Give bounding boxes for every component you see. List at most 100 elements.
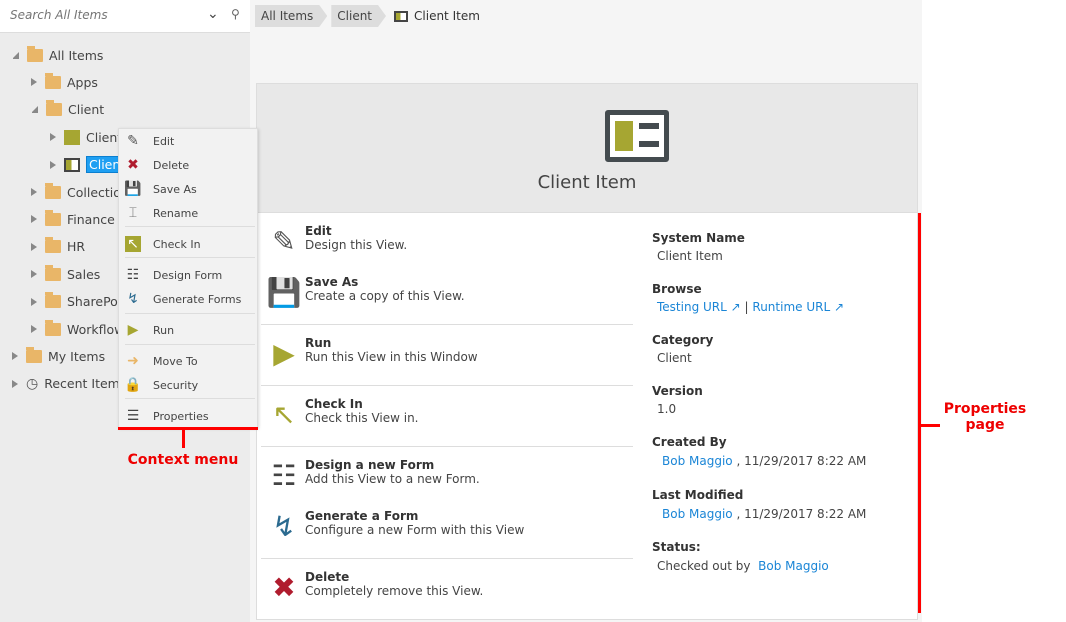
tree-item[interactable]: Client	[31, 99, 104, 121]
expand-arrow-icon[interactable]	[31, 242, 37, 251]
annotation-line	[118, 427, 258, 430]
category-value: Client	[657, 351, 692, 365]
context-menu-item-run[interactable]: ▶ Run	[125, 320, 174, 340]
action-separator	[261, 324, 633, 325]
last-modified-value: Bob Maggio , 11/29/2017 8:22 AM	[662, 507, 866, 521]
tree-item[interactable]: Sales	[31, 263, 100, 285]
context-menu-item-check-in[interactable]: ↖ Check In	[125, 234, 201, 254]
move-to-icon: ➜	[127, 353, 139, 369]
action-design-a-new-form[interactable]: ☷ Design a new Form Add this View to a new…	[267, 458, 479, 492]
breadcrumb: All Items Client Client Item	[255, 4, 480, 28]
context-menu-item-design-form[interactable]: ☷ Design Form	[125, 265, 222, 285]
tree-item-label: Sales	[67, 266, 101, 282]
runtime-url-link[interactable]: Runtime URL	[752, 300, 830, 314]
my-items-icon	[26, 346, 42, 363]
action-title: Run	[305, 336, 332, 350]
run-icon: ▶	[127, 322, 139, 338]
context-menu-item-properties[interactable]: ☰ Properties	[125, 406, 209, 426]
created-by-user-link[interactable]: Bob Maggio	[662, 454, 733, 468]
properties-panel: Client Item ✎ Edit Design this View. 💾 Save …	[256, 83, 918, 620]
folder-icon	[45, 292, 61, 309]
expand-arrow-icon[interactable]	[31, 188, 37, 196]
expand-arrow-icon[interactable]	[12, 352, 18, 361]
tree-item[interactable]: Apps	[31, 71, 98, 93]
breadcrumb-all-items[interactable]: All Items	[255, 5, 327, 27]
action-check-in[interactable]: ↖ Check In Check this View in.	[267, 397, 418, 431]
status-text: Checked out by	[657, 559, 751, 573]
tree-item[interactable]: Finance	[31, 208, 115, 230]
pencil-icon: ✎	[127, 133, 139, 149]
action-edit[interactable]: ✎ Edit Design this View.	[267, 224, 407, 258]
context-menu-item-save-as[interactable]: 💾 Save As	[124, 179, 196, 199]
menu-separator	[125, 226, 255, 227]
menu-separator	[125, 398, 255, 399]
tree-item[interactable]: Workflow	[31, 318, 124, 340]
testing-url-link[interactable]: Testing URL	[657, 300, 727, 314]
tree-item-label: Client	[68, 102, 105, 118]
expand-arrow-icon[interactable]	[50, 160, 56, 169]
expand-arrow-icon[interactable]	[31, 270, 37, 279]
action-description: Check this View in.	[305, 411, 419, 425]
expand-arrow-icon[interactable]	[50, 133, 56, 142]
action-delete[interactable]: ✖ Delete Completely remove this View.	[267, 570, 483, 604]
chevron-down-icon[interactable]: ⌄	[207, 6, 219, 22]
action-separator	[261, 385, 633, 386]
context-menu: ✎ Edit ✖ Delete 💾 Save As ⌶ Rename ↖ Check In ☷ Des…	[118, 128, 258, 428]
action-description: Create a copy of this View.	[305, 289, 465, 303]
browse-links: Testing URL ↗ | Runtime URL ↗	[657, 300, 844, 314]
modified-by-user-link[interactable]: Bob Maggio	[662, 507, 733, 521]
action-title: Edit	[305, 224, 332, 238]
context-menu-label: Design Form	[153, 268, 223, 282]
search-input[interactable]	[10, 8, 200, 22]
context-menu-item-edit[interactable]: ✎ Edit	[125, 131, 174, 151]
expand-arrow-icon[interactable]	[31, 215, 37, 224]
context-menu-label: Properties	[153, 409, 209, 423]
tree-item[interactable]: All Items	[12, 44, 103, 66]
save-as-icon: 💾	[266, 275, 302, 309]
annotation-line	[918, 213, 921, 613]
tree-item[interactable]: My Items	[12, 345, 105, 367]
tree-item[interactable]: HR	[31, 236, 85, 258]
check-in-icon: ↖	[125, 236, 141, 252]
rename-icon: ⌶	[128, 205, 138, 221]
tree-item[interactable]: Client	[50, 126, 122, 148]
expand-arrow-icon[interactable]	[31, 297, 37, 306]
expand-arrow-icon[interactable]	[31, 325, 37, 333]
tree-item[interactable]: Collection	[31, 181, 129, 203]
delete-icon: ✖	[272, 570, 296, 604]
folder-icon	[45, 237, 61, 254]
action-title: Generate a Form	[305, 509, 419, 523]
context-menu-annotation: Context menu	[127, 452, 239, 468]
panel-header: Client Item	[257, 84, 917, 213]
context-menu-item-move-to[interactable]: ➜ Move To	[125, 351, 197, 371]
tree-item[interactable]: ◷ Recent Items	[12, 373, 126, 395]
context-menu-item-rename[interactable]: ⌶ Rename	[125, 203, 198, 223]
expand-arrow-icon[interactable]	[12, 379, 18, 388]
context-menu-item-generate-forms[interactable]: ↯ Generate Forms	[125, 289, 241, 309]
action-run[interactable]: ▶ Run Run this View in this Window	[267, 336, 477, 370]
run-icon: ▶	[273, 336, 295, 370]
menu-separator	[125, 257, 255, 258]
status-label: Status:	[652, 540, 701, 554]
context-menu-label: Run	[153, 323, 175, 337]
smartobject-icon	[64, 129, 80, 145]
search-icon[interactable]: ⚲	[231, 7, 240, 21]
status-user-link[interactable]: Bob Maggio	[758, 559, 829, 573]
breadcrumb-client[interactable]: Client	[331, 5, 386, 27]
properties-icon: ☰	[126, 408, 140, 424]
lock-icon: 🔒	[124, 377, 142, 393]
action-title: Check In	[305, 397, 363, 411]
view-icon	[605, 110, 669, 162]
context-menu-item-security[interactable]: 🔒 Security	[124, 375, 198, 395]
collapse-arrow-icon[interactable]	[31, 106, 38, 114]
annotation-line-2: page	[965, 417, 1005, 433]
external-link-icon: ↗	[730, 300, 741, 314]
last-modified-label: Last Modified	[652, 488, 744, 502]
action-generate-a-form[interactable]: ↯ Generate a Form Configure a new Form wit…	[267, 509, 524, 543]
context-menu-item-delete[interactable]: ✖ Delete	[125, 155, 189, 175]
expand-arrow-icon[interactable]	[31, 78, 37, 87]
action-title: Save As	[305, 275, 359, 289]
action-description: Design this View.	[305, 238, 408, 252]
collapse-arrow-icon[interactable]	[12, 51, 19, 59]
action-save-as[interactable]: 💾 Save As Create a copy of this View.	[267, 275, 465, 309]
